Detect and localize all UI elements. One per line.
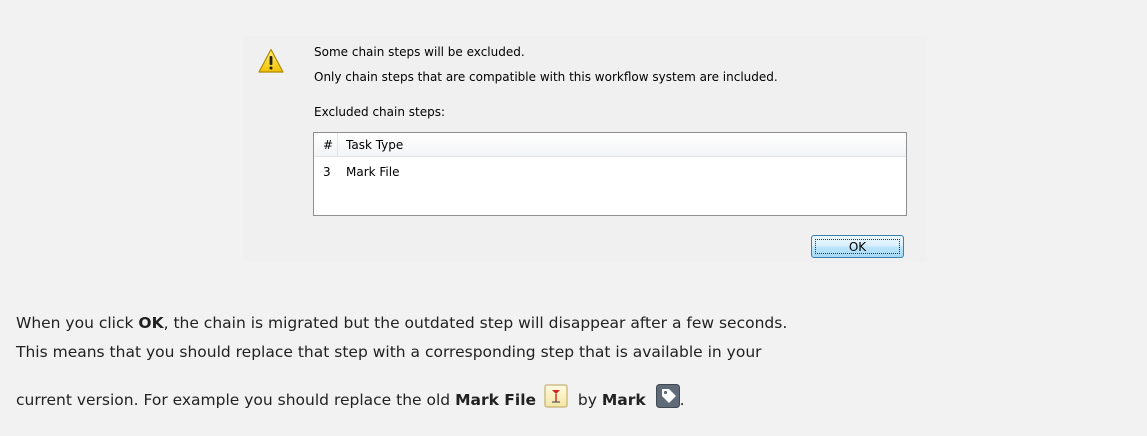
paragraph-line-1: When you click OK, the chain is migrated… xyxy=(16,314,787,332)
text-segment: by xyxy=(577,391,602,409)
text-segment: current version. For example you should … xyxy=(16,391,456,409)
ok-button[interactable]: OK xyxy=(811,235,904,258)
dialog-message-1: Some chain steps will be excluded. xyxy=(314,45,525,59)
mark-file-icon xyxy=(544,384,568,408)
ok-button-label: OK xyxy=(848,240,867,254)
text-segment: , the chain is migrated but the outdated… xyxy=(163,314,788,332)
column-header-number[interactable]: # xyxy=(323,138,333,152)
row-task-type: Mark File xyxy=(346,165,400,179)
column-divider xyxy=(337,133,338,157)
row-number: 3 xyxy=(323,165,331,179)
table-header: # Task Type xyxy=(314,133,906,157)
excluded-steps-dialog: Some chain steps will be excluded. Only … xyxy=(243,36,927,262)
text-segment: . xyxy=(679,391,685,409)
ok-reference: OK xyxy=(138,314,164,332)
dialog-message-2: Only chain steps that are compatible wit… xyxy=(314,70,778,84)
paragraph-line-3: current version. For example you should … xyxy=(16,384,685,409)
warning-triangle-icon xyxy=(258,48,284,73)
column-header-task-type[interactable]: Task Type xyxy=(346,138,403,152)
tag-icon xyxy=(655,384,680,408)
excluded-steps-label: Excluded chain steps: xyxy=(314,105,446,119)
paragraph-line-2: This means that you should replace that … xyxy=(16,343,762,361)
mark-reference: Mark xyxy=(601,391,646,409)
excluded-steps-table: # Task Type 3 Mark File xyxy=(313,132,907,216)
text-segment: When you click xyxy=(16,314,139,332)
mark-file-reference: Mark File xyxy=(455,391,537,409)
